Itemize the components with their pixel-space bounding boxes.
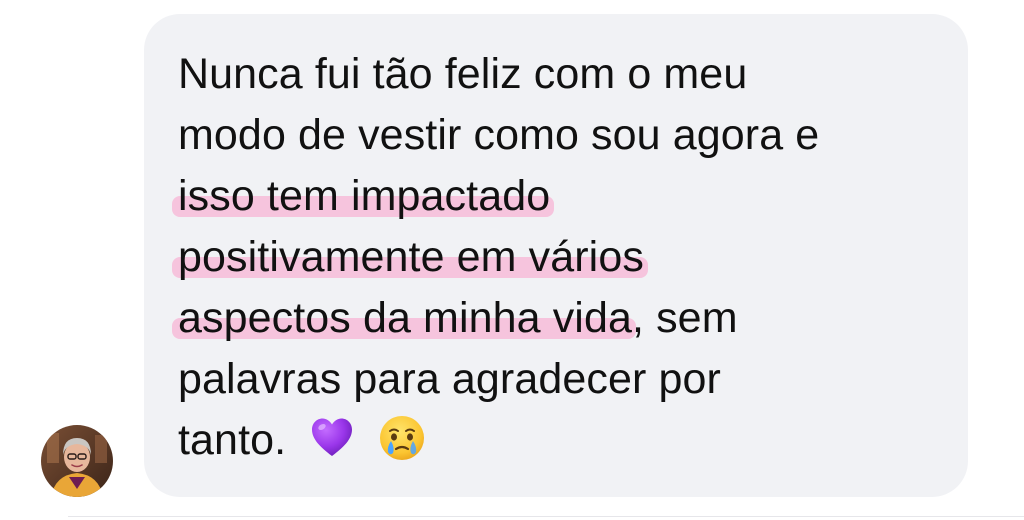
message-text: Nunca fui tão feliz com o meu modo de ve… bbox=[178, 44, 958, 471]
message-line-7: tanto. bbox=[178, 410, 958, 471]
line-text: , sem bbox=[631, 294, 738, 342]
line-text: tanto. bbox=[178, 416, 287, 464]
divider bbox=[68, 516, 1024, 517]
highlighted-text: isso tem impactado bbox=[178, 172, 551, 220]
line-text: palavras para agradecer por bbox=[178, 355, 721, 403]
highlighted-text: aspectos da minha vida bbox=[178, 294, 632, 342]
highlighted-text: positivamente em vários bbox=[178, 233, 644, 281]
message-line-1: Nunca fui tão feliz com o meu bbox=[178, 44, 958, 105]
message-line-5: aspectos da minha vida, sem bbox=[178, 288, 958, 349]
chat-view: Nunca fui tão feliz com o meu modo de ve… bbox=[0, 0, 1024, 520]
face-holding-back-tears-emoji bbox=[380, 416, 425, 460]
message-line-2: modo de vestir como sou agora e bbox=[178, 105, 958, 166]
message-line-6: palavras para agradecer por bbox=[178, 349, 958, 410]
purple-heart-emoji bbox=[312, 418, 353, 456]
message-line-3: isso tem impactado bbox=[178, 166, 958, 227]
line-text: modo de vestir como sou agora e bbox=[178, 111, 820, 159]
line-text: Nunca fui tão feliz com o meu bbox=[178, 50, 748, 98]
message-line-4: positivamente em vários bbox=[178, 227, 958, 288]
user-avatar-photo-icon bbox=[41, 425, 113, 497]
user-avatar[interactable] bbox=[41, 425, 113, 497]
